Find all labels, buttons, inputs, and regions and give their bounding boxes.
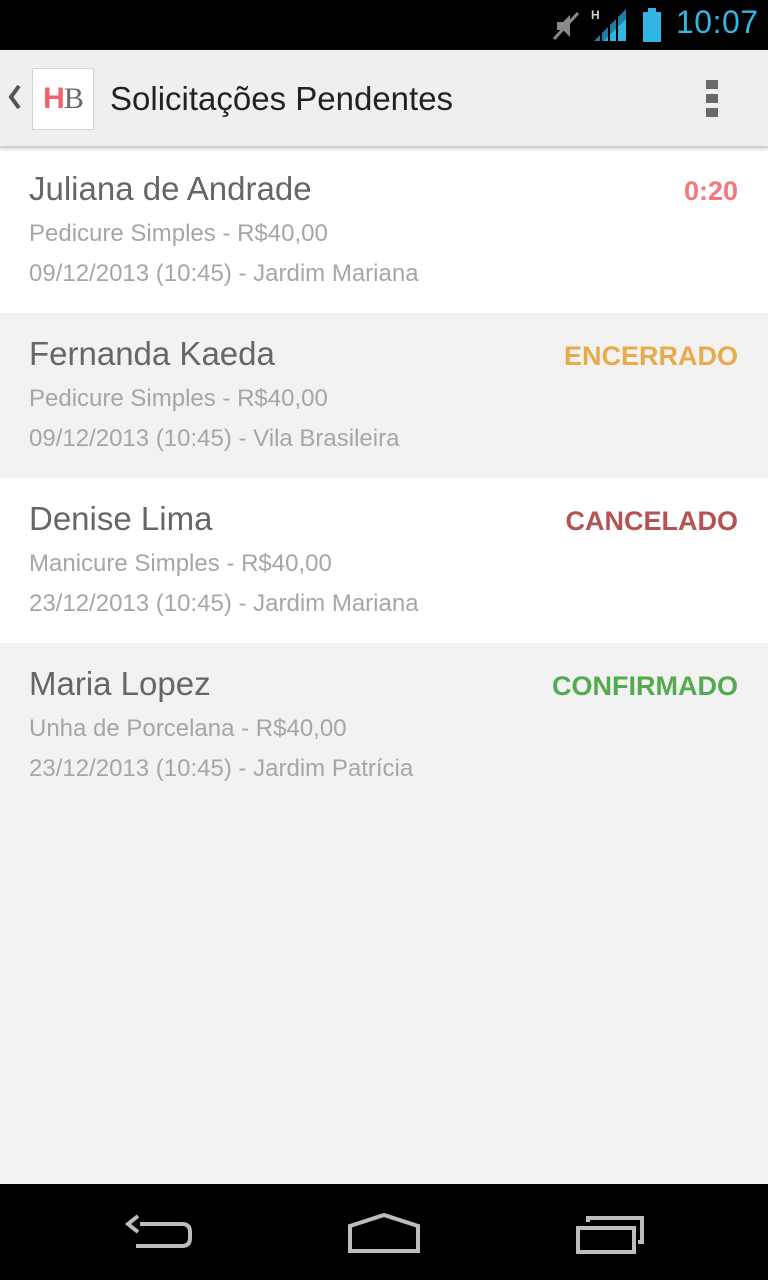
date-location: 23/12/2013 (10:45) - Jardim Mariana	[29, 590, 419, 617]
client-name: Fernanda Kaeda	[29, 335, 275, 372]
page-title: Solicitações Pendentes	[110, 80, 454, 117]
signal-hspa-icon: H	[591, 8, 626, 42]
list-item[interactable]: Denise Lima Manicure Simples - R$40,00 2…	[0, 478, 768, 643]
client-name: Juliana de Andrade	[29, 170, 312, 207]
overflow-menu-icon[interactable]	[700, 80, 724, 122]
navigation-bar	[0, 1184, 768, 1280]
client-name: Maria Lopez	[29, 665, 211, 702]
app-logo[interactable]: HB	[32, 68, 94, 130]
date-location: 23/12/2013 (10:45) - Jardim Patrícia	[29, 755, 414, 782]
home-icon[interactable]	[346, 1212, 422, 1254]
logo-letter-h: H	[43, 82, 65, 115]
overflow-dot	[706, 108, 718, 117]
date-location: 09/12/2013 (10:45) - Jardim Mariana	[29, 260, 419, 287]
logo-letter-b: B	[63, 82, 84, 115]
battery-icon	[643, 8, 661, 42]
back-icon[interactable]	[124, 1214, 196, 1252]
service-price: Pedicure Simples - R$40,00	[29, 220, 328, 247]
status-badge: CONFIRMADO	[552, 671, 738, 701]
status-badge: CANCELADO	[565, 506, 739, 536]
status-badge: ENCERRADO	[563, 341, 738, 371]
service-price: Manicure Simples - R$40,00	[29, 550, 332, 577]
svg-text:H: H	[591, 8, 600, 22]
up-caret-icon[interactable]	[6, 80, 24, 114]
date-location: 09/12/2013 (10:45) - Vila Brasileira	[29, 425, 400, 452]
service-price: Unha de Porcelana - R$40,00	[29, 715, 347, 742]
mute-icon	[552, 11, 580, 41]
status-badge: 0:20	[683, 176, 738, 206]
overflow-dot	[706, 80, 718, 89]
list-item[interactable]: Fernanda Kaeda Pedicure Simples - R$40,0…	[0, 313, 768, 478]
overflow-dot	[706, 94, 718, 103]
clock: 10:07	[676, 4, 759, 40]
status-bar: H 10:07	[0, 0, 768, 50]
service-price: Pedicure Simples - R$40,00	[29, 385, 328, 412]
action-bar: HB Solicitações Pendentes	[0, 50, 768, 148]
requests-list: Juliana de Andrade Pedicure Simples - R$…	[0, 148, 768, 1184]
recent-apps-icon[interactable]	[574, 1216, 646, 1254]
list-item[interactable]: Juliana de Andrade Pedicure Simples - R$…	[0, 148, 768, 313]
client-name: Denise Lima	[29, 500, 213, 537]
list-item[interactable]: Maria Lopez Unha de Porcelana - R$40,00 …	[0, 643, 768, 808]
